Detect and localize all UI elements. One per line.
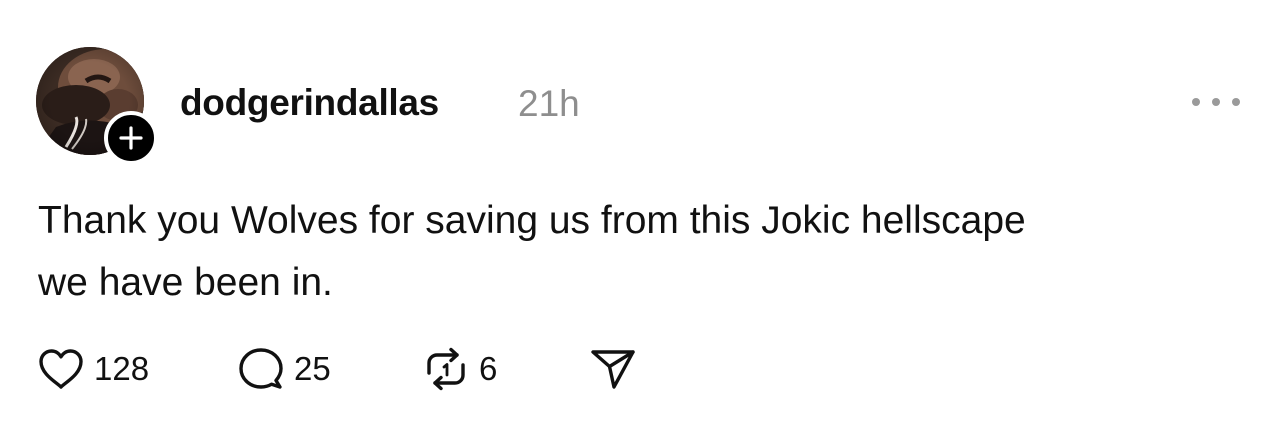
thread-post: dodgerindallas 21h Thank you Wolves for … xyxy=(0,0,1284,434)
post-text-line: we have been in. xyxy=(38,261,333,304)
more-dot xyxy=(1212,98,1220,106)
post-timestamp: 21h xyxy=(518,83,580,124)
like-count: 128 xyxy=(94,350,150,387)
like-button[interactable]: 128 xyxy=(38,348,238,390)
follow-button[interactable] xyxy=(104,111,158,165)
more-options-icon[interactable] xyxy=(1192,90,1240,114)
repost-count: 6 xyxy=(479,350,498,387)
comment-bubble-icon xyxy=(239,348,283,389)
repost-button[interactable]: 6 xyxy=(423,346,590,392)
avatar-container xyxy=(36,47,158,165)
post-text-line: Thank you Wolves for saving us from this… xyxy=(38,199,1026,242)
repost-icon xyxy=(427,347,465,391)
more-dot xyxy=(1192,98,1200,106)
share-button[interactable] xyxy=(590,348,636,390)
comment-button[interactable]: 25 xyxy=(238,346,423,392)
send-icon xyxy=(591,350,635,389)
comment-count: 25 xyxy=(294,350,331,387)
username[interactable]: dodgerindallas xyxy=(180,82,439,124)
heart-icon xyxy=(39,349,83,389)
post-body: Thank you Wolves for saving us from this… xyxy=(38,190,1248,314)
plus-icon xyxy=(119,126,143,150)
action-bar: 128 25 6 xyxy=(38,346,636,392)
more-dot xyxy=(1232,98,1240,106)
